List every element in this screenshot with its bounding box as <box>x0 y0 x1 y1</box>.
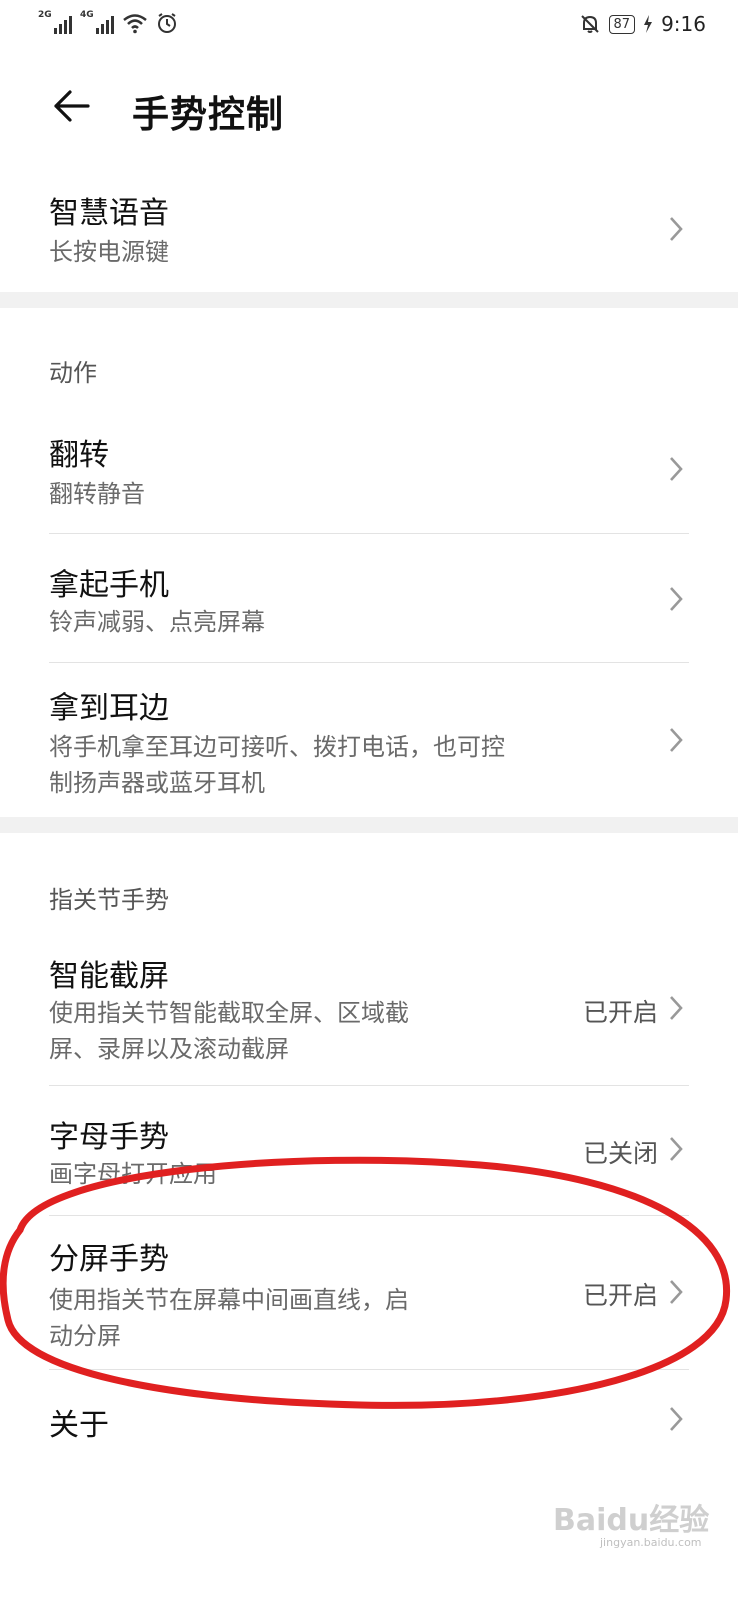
network-type-2: 4G <box>80 10 94 20</box>
alarm-icon <box>158 13 176 33</box>
section-header-knuckle: 指关节手势 <box>49 886 169 914</box>
chevron-right-icon <box>670 1137 683 1161</box>
row-subtitle: 翻转静音 <box>49 480 145 508</box>
signal-icon-2: 4G <box>80 10 114 34</box>
back-arrow-icon[interactable] <box>50 84 94 128</box>
section-gap <box>0 817 738 833</box>
row-raise-to-ear[interactable]: 拿到耳边 将手机拿至耳边可接听、拨打电话，也可控 制扬声器或蓝牙耳机 <box>0 663 738 815</box>
row-subtitle-line-2: 屏、录屏以及滚动截屏 <box>49 1035 289 1063</box>
charging-icon <box>644 15 653 33</box>
row-title: 智慧语音 <box>49 196 169 231</box>
row-smart-screenshot[interactable]: 智能截屏 使用指关节智能截取全屏、区域截 屏、录屏以及滚动截屏 已开启 <box>0 945 738 1085</box>
signal-icon: 2G <box>38 10 72 34</box>
row-title: 拿起手机 <box>49 568 169 603</box>
section-gap <box>0 292 738 308</box>
status-left: 2G 4G <box>38 10 178 34</box>
watermark-url: jingyan.baidu.com <box>600 1536 702 1549</box>
section-header-action: 动作 <box>49 359 97 387</box>
chevron-right-icon <box>670 587 683 611</box>
row-smart-voice[interactable]: 智慧语音 长按电源键 <box>0 180 738 290</box>
row-title: 字母手势 <box>49 1120 169 1155</box>
row-letter-gesture[interactable]: 字母手势 画字母打开应用 已关闭 <box>0 1086 738 1214</box>
page-title: 手势控制 <box>132 93 284 136</box>
row-subtitle-line-2: 动分屏 <box>49 1322 121 1350</box>
network-type-1: 2G <box>38 10 52 20</box>
row-split-screen-gesture[interactable]: 分屏手势 使用指关节在屏幕中间画直线，启 动分屏 已开启 <box>0 1216 738 1368</box>
chevron-right-icon <box>670 1280 683 1304</box>
row-subtitle-line-1: 将手机拿至耳边可接听、拨打电话，也可控 <box>49 733 505 761</box>
row-about[interactable]: 关于 <box>0 1370 738 1470</box>
status-value: 已开启 <box>582 1281 658 1310</box>
chevron-right-icon <box>670 457 683 481</box>
app-header: 手势控制 <box>0 62 738 154</box>
status-bar: 2G 4G 87 9:16 <box>0 0 738 50</box>
row-pick-up[interactable]: 拿起手机 铃声减弱、点亮屏幕 <box>0 534 738 662</box>
clock: 9:16 <box>661 12 706 36</box>
chevron-right-icon <box>670 217 683 241</box>
row-subtitle: 画字母打开应用 <box>49 1160 217 1188</box>
battery-level: 87 <box>608 14 636 34</box>
row-subtitle: 长按电源键 <box>49 238 169 266</box>
row-title: 分屏手势 <box>49 1242 169 1277</box>
watermark-logo: Baidu经验 <box>553 1503 710 1538</box>
chevron-right-icon <box>670 1407 683 1431</box>
mute-notification-icon <box>580 15 599 33</box>
row-subtitle-line-2: 制扬声器或蓝牙耳机 <box>49 769 265 797</box>
status-value: 已关闭 <box>582 1139 658 1168</box>
row-title: 智能截屏 <box>49 959 169 994</box>
row-subtitle: 铃声减弱、点亮屏幕 <box>49 608 265 636</box>
row-flip[interactable]: 翻转 翻转静音 <box>0 420 738 532</box>
row-title: 拿到耳边 <box>49 691 169 726</box>
chevron-right-icon <box>670 728 683 752</box>
status-right: 87 9:16 <box>579 12 706 36</box>
status-value: 已开启 <box>582 998 658 1027</box>
row-title: 翻转 <box>49 438 109 473</box>
row-subtitle-line-1: 使用指关节智能截取全屏、区域截 <box>49 999 409 1027</box>
wifi-icon <box>123 14 147 34</box>
row-subtitle-line-1: 使用指关节在屏幕中间画直线，启 <box>49 1286 409 1314</box>
row-title: 关于 <box>49 1408 109 1443</box>
chevron-right-icon <box>670 996 683 1020</box>
